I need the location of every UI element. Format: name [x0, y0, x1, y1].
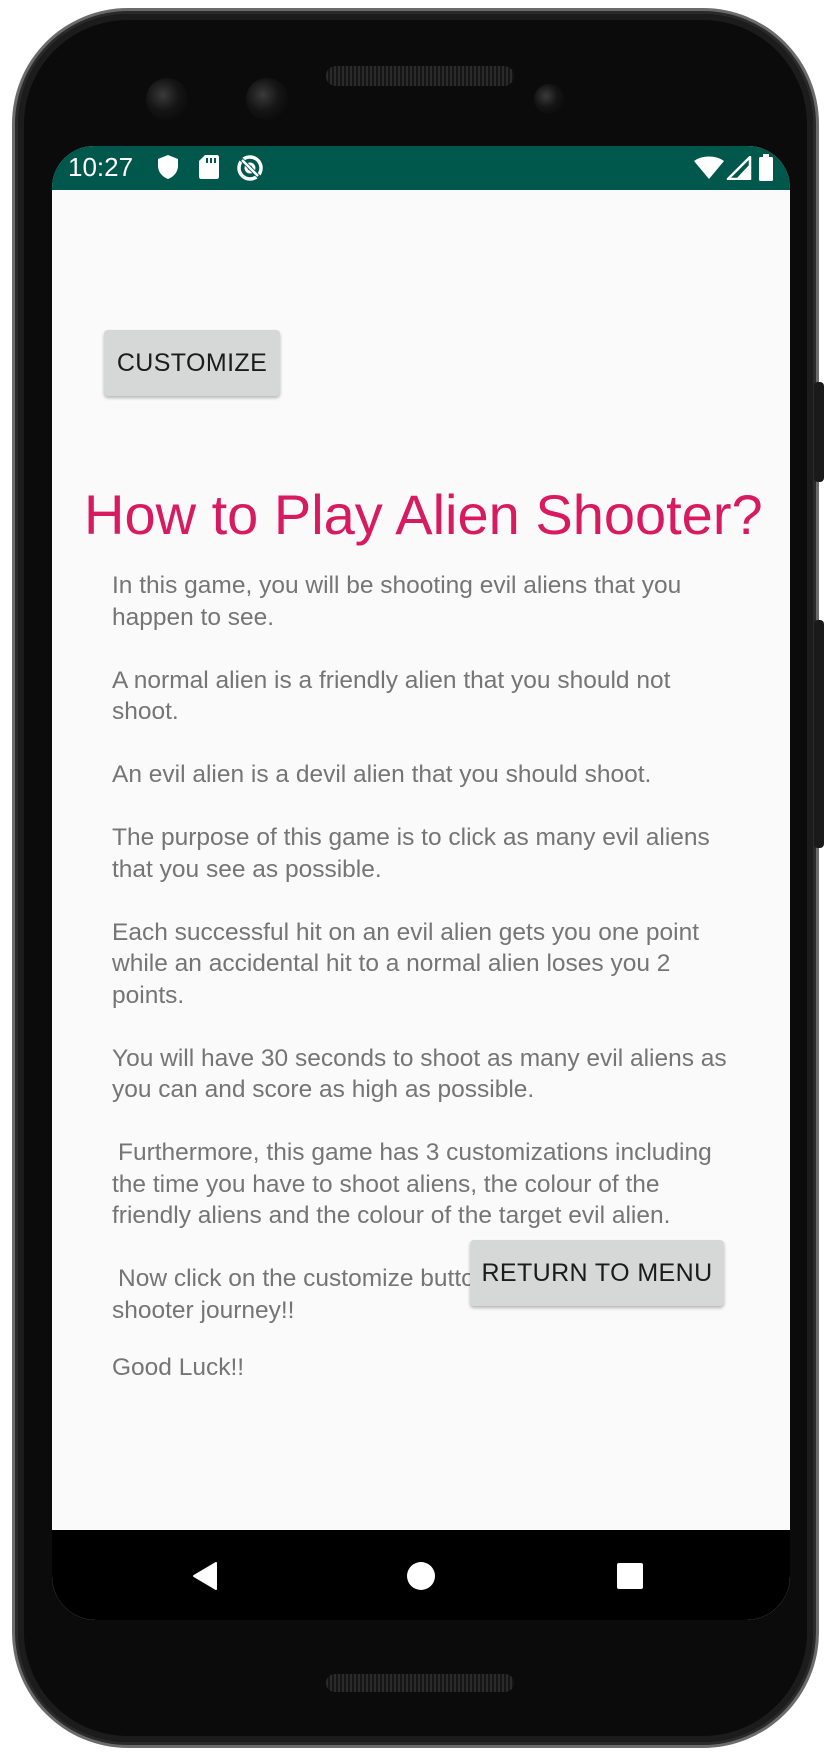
volume-button: [814, 620, 824, 848]
battery-icon: [759, 154, 773, 181]
sync-icon: [237, 155, 263, 181]
return-to-menu-button[interactable]: RETURN TO MENU: [470, 1240, 724, 1306]
status-time: 10:27: [68, 152, 134, 182]
navigation-bar: [52, 1530, 790, 1620]
back-icon[interactable]: [192, 1561, 218, 1591]
good-luck-text: Good Luck!!: [112, 1354, 245, 1381]
wifi-icon: [694, 156, 724, 179]
app-screen: 10:27 CUSTOMIZE How to Play Alien Shoote…: [52, 146, 790, 1620]
shield-icon: [158, 155, 178, 179]
customize-button[interactable]: CUSTOMIZE: [104, 330, 280, 396]
page-title: How to Play Alien Shooter?: [84, 483, 763, 546]
instruction-paragraph: Each successful hit on an evil alien get…: [112, 918, 700, 1009]
recents-icon[interactable]: [616, 1562, 644, 1590]
sd-card-icon: [199, 155, 219, 179]
home-icon[interactable]: [406, 1561, 436, 1591]
instruction-paragraph: In this game, you will be shooting evil …: [112, 572, 682, 631]
instruction-paragraph: The purpose of this game is to click as …: [112, 824, 710, 883]
earpiece-speaker: [326, 66, 514, 86]
instruction-paragraph: A normal alien is a friendly alien that …: [112, 666, 671, 726]
power-button: [814, 382, 824, 482]
bottom-speaker: [326, 1674, 514, 1692]
status-bar: 10:27: [52, 146, 790, 190]
instruction-paragraph: An evil alien is a devil alien that you …: [112, 761, 652, 788]
proximity-sensor-icon: [534, 84, 564, 114]
front-camera-icon: [146, 78, 188, 120]
instruction-paragraph: Furthermore, this game has 3 customizati…: [112, 1139, 712, 1229]
instruction-paragraph: You will have 30 seconds to shoot as man…: [112, 1044, 727, 1104]
front-camera-icon: [246, 78, 288, 120]
signal-icon: [726, 156, 752, 180]
